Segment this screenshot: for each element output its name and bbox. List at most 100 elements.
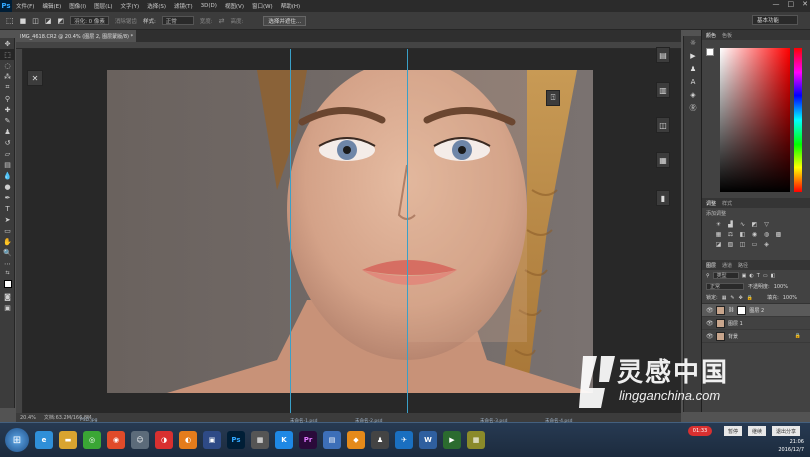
threshold-icon[interactable]: ◫ — [738, 240, 747, 248]
swap-icon[interactable]: ⇄ — [219, 17, 225, 25]
vertical-guide-2[interactable] — [407, 49, 408, 413]
vibrance-icon[interactable]: ▽ — [762, 220, 771, 228]
dodge-tool-icon[interactable]: ● — [0, 181, 15, 192]
properties-icon[interactable]: ▤ — [656, 47, 670, 63]
history-icon[interactable]: ☼ — [684, 36, 702, 49]
color-picker-field[interactable] — [720, 48, 790, 192]
type-tool-icon[interactable]: T — [0, 203, 15, 214]
start-button[interactable]: ⊞ — [5, 428, 29, 452]
chrome-icon[interactable]: ◉ — [107, 431, 125, 449]
zoom-level[interactable]: 20.4% — [20, 415, 36, 421]
menu-window[interactable]: 窗口(W) — [248, 2, 277, 10]
info-panel-icon[interactable]: ⍐ — [546, 90, 560, 106]
ra-plugin-icon[interactable]: Ⓡ — [684, 101, 702, 114]
layer-row[interactable]: 👁 ⛓ 图层 2 — [702, 304, 810, 317]
tab-styles[interactable]: 样式 — [722, 200, 732, 207]
menu-layer[interactable]: 图层(L) — [90, 2, 116, 10]
color-swatches-icon[interactable] — [0, 277, 15, 291]
folder-icon[interactable]: ▬ — [59, 431, 77, 449]
blend-mode-select[interactable]: 正常 — [706, 283, 744, 290]
app-icon[interactable]: ◆ — [347, 431, 365, 449]
brightness-icon[interactable]: ☀ — [714, 220, 723, 228]
blur-tool-icon[interactable]: 💧 — [0, 170, 15, 181]
menu-help[interactable]: 帮助(H) — [277, 2, 304, 10]
hand-tool-icon[interactable]: ✋ — [0, 236, 15, 247]
app-icon[interactable]: ▤ — [323, 431, 341, 449]
lock-paint-icon[interactable]: ✎ — [730, 295, 734, 301]
photo-filter-icon[interactable]: ◉ — [750, 230, 759, 238]
black-white-icon[interactable]: ◧ — [738, 230, 747, 238]
zoom-tool-icon[interactable]: 🔍 — [0, 247, 15, 258]
brush-tool-icon[interactable]: ✎ — [0, 115, 15, 126]
menu-file[interactable]: 文件(F) — [12, 2, 38, 10]
menu-select[interactable]: 选择(S) — [143, 2, 170, 10]
app-icon[interactable]: ♟ — [371, 431, 389, 449]
eyedropper-tool-icon[interactable]: ⚲ — [0, 93, 15, 104]
layer-name[interactable]: 图层 1 — [728, 320, 743, 327]
filter-pixel-icon[interactable]: ▣ — [742, 273, 747, 279]
add-selection-icon[interactable]: ◫ — [32, 17, 39, 25]
exposure-icon[interactable]: ◩ — [750, 220, 759, 228]
tab-channels[interactable]: 通道 — [722, 262, 732, 269]
history-brush-tool-icon[interactable]: ↺ — [0, 137, 15, 148]
lock-pixels-icon[interactable]: ▦ — [722, 295, 727, 301]
app-icon[interactable]: ✈ — [395, 431, 413, 449]
workspace-select[interactable]: 基本功能 — [752, 15, 798, 25]
document-tab[interactable]: IMG_4618.CR2 @ 20.4% (图层 2, 图层蒙版/8) * — [16, 30, 136, 42]
visibility-eye-icon[interactable]: 👁 — [706, 333, 714, 340]
weibo-icon[interactable]: ◑ — [155, 431, 173, 449]
lasso-tool-icon[interactable]: ◌ — [0, 60, 15, 71]
layer-row[interactable]: 👁 背景 🔒 — [702, 330, 810, 343]
tab-color[interactable]: 颜色 — [706, 32, 716, 39]
menu-edit[interactable]: 编辑(E) — [38, 2, 65, 10]
lock-all-icon[interactable]: 🔒 — [747, 295, 753, 301]
curves-icon[interactable]: ∿ — [738, 220, 747, 228]
gradient-map-icon[interactable]: ▭ — [750, 240, 759, 248]
channel-mixer-icon[interactable]: ◍ — [762, 230, 771, 238]
navigator-icon[interactable]: ◫ — [656, 117, 670, 133]
quick-select-tool-icon[interactable]: ⁂ — [0, 71, 15, 82]
intersect-selection-icon[interactable]: ◩ — [57, 17, 64, 25]
menu-type[interactable]: 文字(Y) — [117, 2, 144, 10]
hue-saturation-icon[interactable]: ▦ — [714, 230, 723, 238]
app-icon[interactable]: ▦ — [467, 431, 485, 449]
foreground-color-swatch[interactable] — [706, 48, 714, 56]
vertical-guide-1[interactable] — [290, 49, 291, 413]
marquee-tool-icon[interactable]: ⬚ — [6, 16, 14, 25]
photoshop-taskbar-icon[interactable]: Ps — [227, 431, 245, 449]
swap-colors-icon[interactable]: ⇆ — [0, 269, 15, 277]
rectangle-tool-icon[interactable]: ▭ — [0, 225, 15, 236]
gradient-tool-icon[interactable]: ▤ — [0, 159, 15, 170]
firefox-icon[interactable]: ◐ — [179, 431, 197, 449]
tab-layers[interactable]: 图层 — [706, 262, 716, 269]
layer-kind-select[interactable]: 类型 — [712, 272, 739, 279]
color-balance-icon[interactable]: ⚖ — [726, 230, 735, 238]
record-timer[interactable]: 01:33 — [688, 426, 712, 436]
document-image[interactable] — [107, 70, 593, 393]
app-icon[interactable]: ▣ — [203, 431, 221, 449]
screen-mode-icon[interactable]: ▣ — [0, 302, 15, 313]
fill-value[interactable]: 100% — [783, 295, 797, 301]
pen-tool-icon[interactable]: ✒ — [0, 192, 15, 203]
layer-mask-thumbnail[interactable] — [737, 305, 747, 315]
actions-icon[interactable]: ▶ — [684, 49, 702, 62]
tab-swatches[interactable]: 色板 — [722, 32, 732, 39]
filter-adjust-icon[interactable]: ◐ — [749, 273, 753, 279]
tab-adjustments[interactable]: 调整 — [706, 200, 716, 207]
premiere-icon[interactable]: Pr — [299, 431, 317, 449]
move-tool-icon[interactable]: ✥ — [0, 38, 15, 49]
menu-image[interactable]: 图像(I) — [65, 2, 90, 10]
selective-color-icon[interactable]: ◈ — [762, 240, 771, 248]
app-icon[interactable]: W — [419, 431, 437, 449]
character-icon[interactable]: A — [684, 75, 702, 88]
filter-smart-icon[interactable]: ◧ — [771, 273, 776, 279]
link-icon[interactable]: ⛓ — [728, 307, 734, 313]
eraser-tool-icon[interactable]: ▱ — [0, 148, 15, 159]
maximize-button[interactable]: □ — [788, 0, 795, 8]
feather-field[interactable]: 羽化: 0 像素 — [70, 16, 109, 25]
menu-view[interactable]: 视图(V) — [221, 2, 248, 10]
subtract-selection-icon[interactable]: ◪ — [45, 17, 52, 25]
menu-3d[interactable]: 3D(D) — [197, 3, 221, 9]
360-icon[interactable]: ◎ — [83, 431, 101, 449]
color-lookup-icon[interactable]: ▩ — [774, 230, 783, 238]
